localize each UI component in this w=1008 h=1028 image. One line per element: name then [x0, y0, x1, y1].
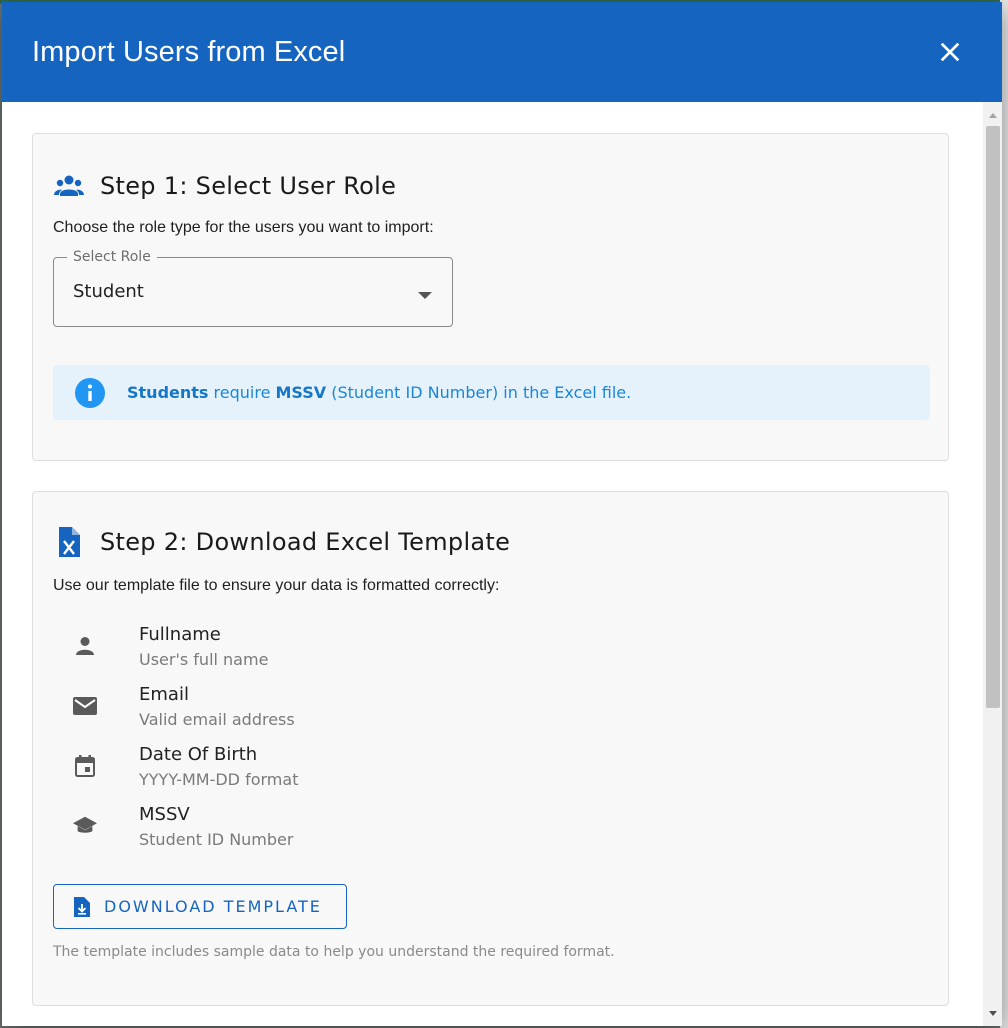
step2-description: Use our template file to ensure your dat… — [53, 577, 500, 594]
school-icon — [73, 814, 97, 838]
file-download-icon — [72, 896, 92, 917]
scrollbar-thumb[interactable] — [986, 126, 1000, 708]
field-desc: Valid email address — [139, 710, 295, 729]
role-select-label: Select Role — [67, 249, 157, 265]
calendar-icon — [73, 754, 97, 778]
list-item: MSSV Student ID Number — [53, 802, 553, 862]
info-text: Students require MSSV (Student ID Number… — [127, 383, 631, 402]
vertical-scrollbar[interactable] — [983, 102, 1002, 1026]
dialog-body[interactable]: Step 1: Select User Role Choose the role… — [2, 102, 983, 1026]
close-icon — [940, 42, 960, 62]
role-info-alert: Students require MSSV (Student ID Number… — [53, 365, 930, 420]
group-icon — [53, 170, 85, 202]
download-template-label: DOWNLOAD TEMPLATE — [104, 897, 322, 916]
info-mid: require — [208, 383, 276, 402]
field-name: Email — [139, 684, 189, 705]
info-field: MSSV — [275, 383, 327, 402]
list-item: Fullname User's full name — [53, 622, 553, 682]
field-name: Fullname — [139, 624, 221, 645]
role-select-value: Student — [73, 281, 144, 302]
field-name: Date Of Birth — [139, 744, 258, 765]
step1-card: Step 1: Select User Role Choose the role… — [32, 133, 949, 461]
import-users-dialog: Import Users from Excel Step 1: Select U… — [2, 2, 1002, 1026]
scroll-up-arrow-icon[interactable] — [983, 106, 1002, 124]
scroll-down-arrow-icon[interactable] — [983, 1004, 1002, 1022]
step2-card: Step 2: Download Excel Template Use our … — [32, 491, 949, 1006]
list-item: Email Valid email address — [53, 682, 553, 742]
info-icon — [74, 377, 106, 409]
step2-title: Step 2: Download Excel Template — [100, 528, 511, 556]
person-icon — [73, 634, 97, 658]
field-desc: YYYY-MM-DD format — [139, 770, 299, 789]
dialog-title: Import Users from Excel — [32, 35, 346, 68]
excel-file-icon — [53, 526, 85, 558]
info-role: Students — [127, 383, 209, 402]
close-button[interactable] — [932, 34, 968, 70]
field-desc: User's full name — [139, 650, 269, 669]
template-field-list: Fullname User's full name Email Valid em… — [53, 622, 553, 862]
step1-description: Choose the role type for the users you w… — [53, 219, 434, 236]
step2-heading: Step 2: Download Excel Template — [53, 526, 510, 558]
role-select[interactable]: Select Role Student — [53, 249, 453, 327]
dialog-header: Import Users from Excel — [2, 2, 1002, 102]
field-desc: Student ID Number — [139, 830, 294, 849]
info-tail: (Student ID Number) in the Excel file. — [326, 383, 632, 402]
list-item: Date Of Birth YYYY-MM-DD format — [53, 742, 553, 802]
email-icon — [73, 694, 97, 718]
dropdown-arrow-icon — [418, 287, 432, 305]
template-footnote: The template includes sample data to hel… — [53, 944, 615, 960]
step1-title: Step 1: Select User Role — [100, 172, 397, 200]
step1-heading: Step 1: Select User Role — [53, 170, 396, 202]
download-template-button[interactable]: DOWNLOAD TEMPLATE — [53, 884, 347, 929]
field-name: MSSV — [139, 804, 190, 825]
